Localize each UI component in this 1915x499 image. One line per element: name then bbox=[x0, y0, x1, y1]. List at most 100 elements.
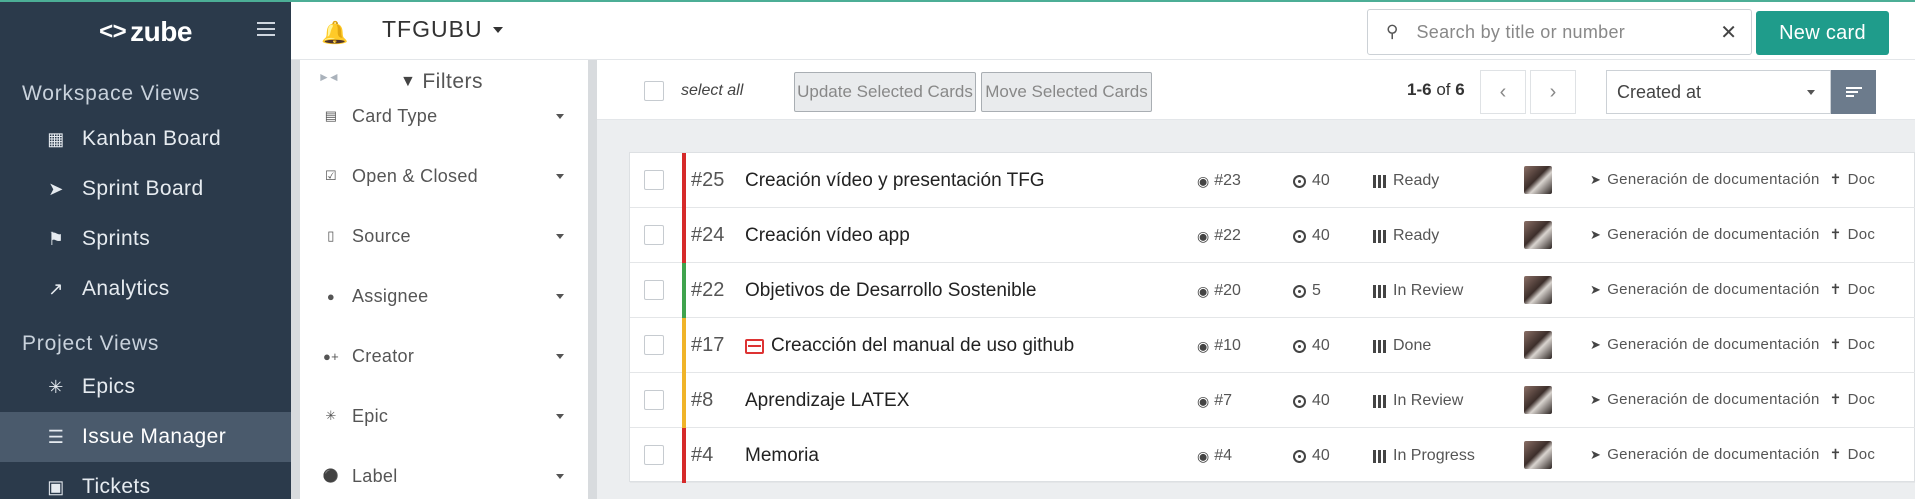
nav-kanban-board[interactable]: ▦ Kanban Board bbox=[0, 114, 291, 164]
card-row[interactable]: #22 Objetivos de Desarrollo Sostenible ◉… bbox=[630, 263, 1915, 318]
bell-icon[interactable]: 🔔 bbox=[321, 20, 348, 46]
card-epic[interactable]: ➤ Generación de documentación ✝ Doc bbox=[1590, 281, 1875, 298]
card-points: 40 bbox=[1293, 227, 1330, 245]
filter-label: Assignee bbox=[352, 285, 429, 306]
filter-label-row[interactable]: ⚫ Label bbox=[322, 456, 564, 496]
nav-issue-manager[interactable]: ☰ Issue Manager bbox=[0, 412, 291, 462]
card-row[interactable]: #25 Creación vídeo y presentación TFG ◉ #… bbox=[630, 153, 1915, 208]
github-issue[interactable]: ◉ #20 bbox=[1197, 282, 1241, 300]
assignee-avatar[interactable] bbox=[1524, 276, 1552, 304]
filter-creator[interactable]: ●+ Creator bbox=[322, 336, 564, 376]
pin-icon: ✝ bbox=[1829, 336, 1842, 352]
assignee-avatar[interactable] bbox=[1524, 441, 1552, 469]
card-checkbox[interactable] bbox=[644, 170, 664, 190]
card-epic[interactable]: ➤ Generación de documentación ✝ Doc bbox=[1590, 446, 1875, 463]
card-row[interactable]: #4 Memoria ◉ #4 40 In Progress ➤ Generació… bbox=[630, 428, 1915, 483]
assignee-avatar[interactable] bbox=[1524, 166, 1552, 194]
assignee-avatar[interactable] bbox=[1524, 331, 1552, 359]
github-issue[interactable]: ◉ #7 bbox=[1197, 392, 1232, 410]
pin-icon: ✝ bbox=[1829, 281, 1842, 297]
filter-label: Epic bbox=[352, 405, 389, 426]
points-icon bbox=[1293, 174, 1306, 188]
filters-panel: ►◄ ▼ Filters ▤ Card Type ☑ Open & Closed… bbox=[291, 60, 597, 499]
nav-epics[interactable]: ✳ Epics bbox=[0, 362, 291, 412]
filter-card-type[interactable]: ▤ Card Type bbox=[322, 96, 564, 136]
github-issue[interactable]: ◉ #23 bbox=[1197, 172, 1241, 190]
top-bar: 🔔 TFGUBU ⚲ ✕ New card bbox=[291, 0, 1915, 60]
github-issue[interactable]: ◉ #10 bbox=[1197, 337, 1241, 355]
card-title[interactable]: Aprendizaje LATEX bbox=[745, 390, 909, 412]
github-issue[interactable]: ◉ #22 bbox=[1197, 227, 1241, 245]
assignee-avatar[interactable] bbox=[1524, 221, 1552, 249]
card-row[interactable]: #17 Creacción del manual de uso github ◉… bbox=[630, 318, 1915, 373]
card-points: 5 bbox=[1293, 282, 1321, 300]
points-icon bbox=[1293, 284, 1306, 298]
assignee-avatar[interactable] bbox=[1524, 386, 1552, 414]
nav-analytics[interactable]: ↗ Analytics bbox=[0, 264, 291, 314]
move-selected-cards-button[interactable]: Move Selected Cards bbox=[981, 72, 1152, 112]
card-checkbox[interactable] bbox=[644, 280, 664, 300]
card-title[interactable]: Memoria bbox=[745, 445, 819, 467]
card-title[interactable]: Creación vídeo app bbox=[745, 225, 910, 247]
card-checkbox[interactable] bbox=[644, 335, 664, 355]
points-value: 40 bbox=[1312, 337, 1330, 354]
search-input[interactable] bbox=[1416, 21, 1707, 43]
epic-icon: ✳ bbox=[48, 376, 64, 397]
github-issue-number: #4 bbox=[1214, 447, 1233, 464]
collapse-icon[interactable]: ►◄ bbox=[318, 70, 340, 84]
card-title[interactable]: Creación vídeo y presentación TFG bbox=[745, 170, 1045, 192]
hamburger-menu-icon[interactable] bbox=[257, 22, 275, 36]
status-value: Done bbox=[1393, 337, 1432, 354]
github-issue[interactable]: ◉ #4 bbox=[1197, 447, 1232, 465]
card-row[interactable]: #24 Creación vídeo app ◉ #22 40 Ready ➤ Ge… bbox=[630, 208, 1915, 263]
filter-epic[interactable]: ✳ Epic bbox=[322, 396, 564, 436]
card-status: Done bbox=[1373, 337, 1431, 355]
prev-page-button[interactable]: ‹ bbox=[1480, 70, 1526, 114]
update-selected-cards-button[interactable]: Update Selected Cards bbox=[794, 72, 976, 112]
card-row[interactable]: #8 Aprendizaje LATEX ◉ #7 40 In Review ➤ G… bbox=[630, 373, 1915, 428]
sort-direction-button[interactable] bbox=[1831, 70, 1876, 114]
flag-icon: ⚑ bbox=[47, 228, 65, 249]
github-icon: ◉ bbox=[1197, 172, 1210, 189]
filter-open-closed[interactable]: ☑ Open & Closed bbox=[322, 156, 564, 196]
line-chart-icon: ↗ bbox=[48, 278, 64, 299]
epic-name: Generación de documentación bbox=[1607, 446, 1820, 463]
tag-icon: ⚫ bbox=[322, 468, 340, 483]
card-epic[interactable]: ➤ Generación de documentación ✝ Doc bbox=[1590, 226, 1875, 243]
github-icon: ◉ bbox=[1197, 392, 1210, 409]
pager-total: 6 bbox=[1455, 80, 1465, 99]
select-all-checkbox[interactable] bbox=[644, 81, 664, 101]
card-checkbox[interactable] bbox=[644, 445, 664, 465]
nav-sprint-board[interactable]: ➤ Sprint Board bbox=[0, 164, 291, 214]
filter-source[interactable]: ▯ Source bbox=[322, 216, 564, 256]
card-checkbox[interactable] bbox=[644, 225, 664, 245]
project-name: TFGUBU bbox=[382, 16, 483, 42]
points-value: 40 bbox=[1312, 227, 1330, 244]
points-icon bbox=[1293, 394, 1306, 408]
columns-icon bbox=[1373, 284, 1388, 298]
clear-icon[interactable]: ✕ bbox=[1720, 20, 1737, 45]
priority-bar bbox=[682, 373, 686, 428]
card-checkbox[interactable] bbox=[644, 390, 664, 410]
nav-sprints[interactable]: ⚑ Sprints bbox=[0, 214, 291, 264]
filter-assignee[interactable]: ● Assignee bbox=[322, 276, 564, 316]
next-page-button[interactable]: › bbox=[1530, 70, 1576, 114]
new-card-button[interactable]: New card bbox=[1756, 11, 1889, 55]
zube-logo[interactable]: <> zube bbox=[0, 2, 291, 62]
github-issue-number: #7 bbox=[1214, 392, 1233, 409]
card-title[interactable]: Objetivos de Desarrollo Sostenible bbox=[745, 280, 1037, 302]
ticket-icon: ▣ bbox=[47, 476, 65, 497]
pager-range: 1-6 bbox=[1407, 80, 1432, 99]
card-title[interactable]: Creacción del manual de uso github bbox=[745, 335, 1074, 357]
project-selector[interactable]: TFGUBU bbox=[382, 16, 503, 43]
sort-by-select[interactable]: Created at bbox=[1606, 70, 1831, 114]
nav-tickets[interactable]: ▣ Tickets bbox=[0, 462, 291, 499]
card-epic[interactable]: ➤ Generación de documentación ✝ Doc bbox=[1590, 336, 1875, 353]
chevron-down-icon bbox=[556, 173, 564, 179]
priority-bar bbox=[682, 428, 686, 483]
chevron-down-icon bbox=[556, 113, 564, 119]
epic-secondary: Doc bbox=[1847, 171, 1876, 188]
card-epic[interactable]: ➤ Generación de documentación ✝ Doc bbox=[1590, 171, 1875, 188]
select-all-label: select all bbox=[681, 82, 744, 99]
card-epic[interactable]: ➤ Generación de documentación ✝ Doc bbox=[1590, 391, 1875, 408]
